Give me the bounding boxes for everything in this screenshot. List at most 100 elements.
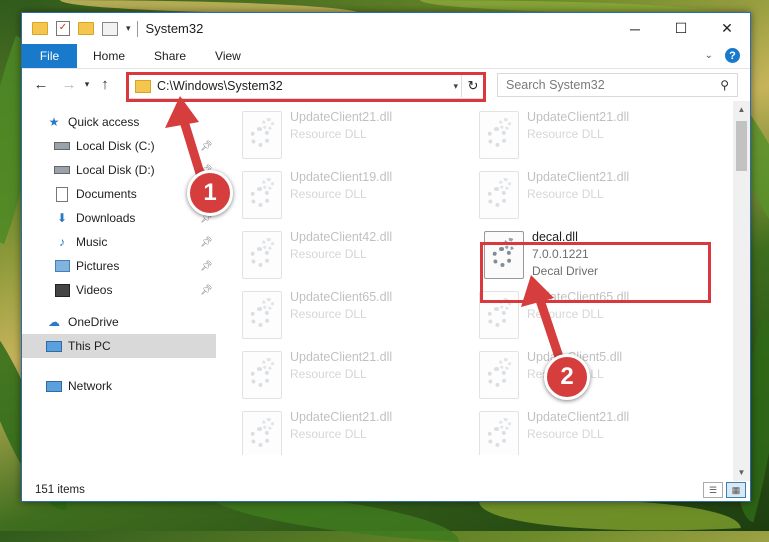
search-icon[interactable]: ⚲ <box>720 78 729 92</box>
pin-icon[interactable]: 📌︎ <box>200 261 213 272</box>
file-item[interactable]: UpdateClient21.dll Resource DLL <box>479 409 709 455</box>
file-name: UpdateClient21.dll <box>290 110 393 124</box>
close-button[interactable]: ✕ <box>704 13 750 44</box>
nav-label: Documents <box>76 187 137 201</box>
search-input[interactable] <box>504 77 708 93</box>
file-name: UpdateClient42.dll <box>290 230 393 244</box>
pin-icon[interactable]: 📌︎ <box>200 285 213 296</box>
status-bar: 151 items ☰ ▦ <box>22 479 750 501</box>
file-explorer-window: ✓ ▾ System32 ─ ☐ ✕ File Home Share View … <box>21 12 751 502</box>
file-item[interactable]: UpdateClient21.dll Resource DLL <box>242 349 472 405</box>
dll-file-icon <box>479 411 519 455</box>
scroll-up-icon[interactable]: ▲ <box>733 101 750 118</box>
file-item[interactable]: UpdateClient42.dll Resource DLL <box>242 229 472 285</box>
forward-arrow-icon[interactable]: → <box>58 76 80 93</box>
ribbon-tabs: File Home Share View ⌄ ? <box>22 44 750 69</box>
file-name: UpdateClient21.dll <box>290 350 393 364</box>
help-icon[interactable]: ? <box>725 48 740 63</box>
star-icon: ★ <box>48 115 60 129</box>
file-item[interactable]: UpdateClient65.dll Resource DLL <box>242 289 472 345</box>
title-bar: ✓ ▾ System32 ─ ☐ ✕ <box>22 13 750 44</box>
vertical-scrollbar[interactable]: ▲ ▼ <box>733 101 750 481</box>
file-description: Resource DLL <box>527 427 604 441</box>
nav-this-pc[interactable]: This PC <box>22 334 216 358</box>
expand-ribbon-icon[interactable]: ⌄ <box>705 50 713 61</box>
nav-label: Pictures <box>76 259 120 273</box>
music-icon: ♪ <box>59 235 65 249</box>
file-item[interactable]: UpdateClient21.dll Resource DLL <box>479 109 709 165</box>
nav-item-downloads[interactable]: ⬇ Downloads 📌︎ <box>22 206 216 230</box>
back-arrow-icon[interactable]: ← <box>30 76 52 93</box>
network-icon <box>46 379 62 393</box>
file-item[interactable]: UpdateClient19.dll Resource DLL <box>242 169 472 225</box>
file-item[interactable]: UpdateClient21.dll Resource DLL <box>242 109 472 165</box>
scrollbar-thumb[interactable] <box>736 121 747 171</box>
tab-view[interactable]: View <box>215 49 241 63</box>
file-name: UpdateClient65.dll <box>290 290 393 304</box>
drive-icon <box>54 139 70 153</box>
computer-icon <box>46 339 62 353</box>
file-description: Resource DLL <box>527 187 604 201</box>
navigation-pane: ★ Quick access Local Disk (C:) 📌︎ Local … <box>22 105 216 455</box>
pin-icon[interactable]: 📌︎ <box>200 237 213 248</box>
navigation-bar: ← → ▾ ↑ C:\Windows\System32 ▾ ↻ ⚲ <box>22 69 750 102</box>
folder-icon <box>32 22 48 35</box>
customize-toolbar-icon[interactable]: ▾ <box>126 23 131 34</box>
tab-share[interactable]: Share <box>154 49 186 63</box>
file-highlight <box>480 242 711 303</box>
recent-locations-icon[interactable]: ▾ <box>80 79 94 90</box>
file-item[interactable]: UpdateClient21.dll Resource DLL <box>242 409 472 455</box>
tiles-view-icon[interactable]: ▦ <box>726 482 746 498</box>
videos-icon <box>54 283 70 297</box>
address-bar-highlight <box>126 72 486 102</box>
file-description: Resource DLL <box>290 247 367 261</box>
drive-icon <box>54 163 70 177</box>
dll-file-icon <box>479 351 519 399</box>
dll-file-icon <box>242 231 282 279</box>
details-view-icon[interactable]: ☰ <box>703 482 723 498</box>
dll-file-icon <box>242 291 282 339</box>
new-folder-icon[interactable] <box>78 22 94 35</box>
file-description: Resource DLL <box>290 127 367 141</box>
nav-onedrive[interactable]: ☁ OneDrive <box>22 310 216 334</box>
annotation-step-2: 2 <box>544 354 590 400</box>
annotation-step-1: 1 <box>187 170 233 216</box>
nav-label: Music <box>76 235 108 249</box>
documents-icon <box>54 186 70 202</box>
file-item[interactable]: UpdateClient5.dllResource DLL <box>479 349 709 405</box>
file-description: Resource DLL <box>290 367 367 381</box>
up-arrow-icon[interactable]: ↑ <box>94 76 116 93</box>
nav-label: Quick access <box>68 115 140 129</box>
window-title: System32 <box>145 21 204 36</box>
nav-item-music[interactable]: ♪ Music 📌︎ <box>22 230 216 254</box>
nav-item-videos[interactable]: Videos 📌︎ <box>22 278 216 302</box>
downloads-icon: ⬇ <box>56 211 68 225</box>
file-item[interactable]: UpdateClient21.dll Resource DLL <box>479 169 709 225</box>
nav-label: Network <box>68 379 113 393</box>
maximize-button[interactable]: ☐ <box>658 13 704 44</box>
nav-network[interactable]: Network <box>22 374 216 398</box>
nav-label: Videos <box>76 283 113 297</box>
nav-item-local-disk-c[interactable]: Local Disk (C:) 📌︎ <box>22 134 216 158</box>
nav-label: OneDrive <box>68 315 119 329</box>
pictures-icon <box>54 259 70 273</box>
dll-file-icon <box>242 111 282 159</box>
minimize-button[interactable]: ─ <box>612 13 658 44</box>
dll-file-icon <box>242 351 282 399</box>
search-box[interactable]: ⚲ <box>497 73 738 97</box>
pin-icon[interactable]: 📌︎ <box>200 141 213 152</box>
nav-item-local-disk-d[interactable]: Local Disk (D:) 📌︎ <box>22 158 216 182</box>
file-name: UpdateClient21.dll <box>290 410 393 424</box>
dll-file-icon <box>242 171 282 219</box>
file-description: Resource DLL <box>290 187 367 201</box>
tab-home[interactable]: Home <box>93 49 125 63</box>
file-description: Resource DLL <box>527 307 604 321</box>
nav-item-pictures[interactable]: Pictures 📌︎ <box>22 254 216 278</box>
file-description: Resource DLL <box>290 307 367 321</box>
tab-file[interactable]: File <box>22 44 77 68</box>
nav-label: Downloads <box>76 211 136 225</box>
properties-icon[interactable] <box>102 21 118 36</box>
nav-quick-access[interactable]: ★ Quick access <box>22 110 216 134</box>
properties-check-icon[interactable]: ✓ <box>56 21 70 36</box>
item-count: 151 items <box>35 484 85 496</box>
